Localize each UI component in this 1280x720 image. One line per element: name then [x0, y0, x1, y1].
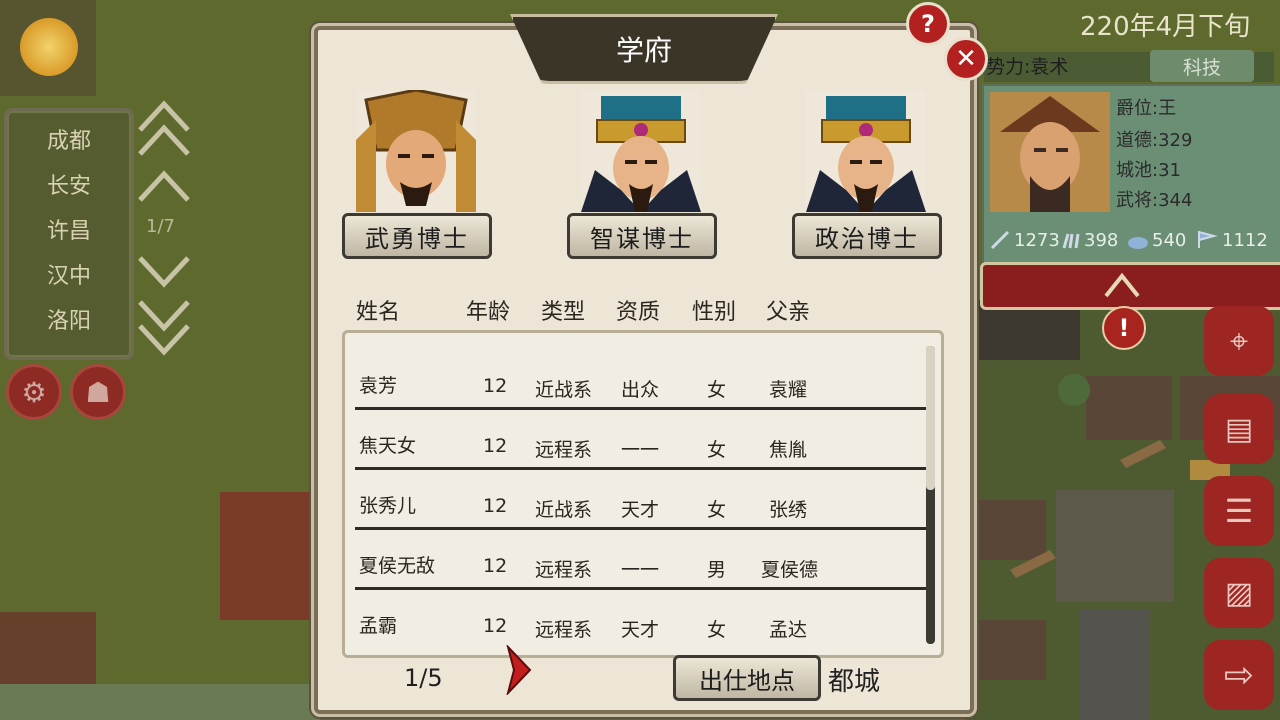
- general-helmet-icon[interactable]: ☗: [70, 364, 126, 420]
- student-father: 袁耀: [769, 379, 808, 401]
- alert-icon[interactable]: !: [1102, 306, 1146, 350]
- student-aptitude: 天才: [621, 619, 660, 641]
- flag-icon: [1198, 230, 1218, 248]
- city-item[interactable]: 洛阳: [7, 303, 131, 335]
- resource-troops: 1112: [1222, 230, 1268, 251]
- student-age: 12: [483, 615, 508, 637]
- grain-icon: [1062, 233, 1080, 249]
- gold-icon: [1128, 237, 1148, 249]
- student-age: 12: [483, 555, 508, 577]
- lord-generals: 武将:344: [1116, 190, 1193, 211]
- student-type: 近战系: [535, 379, 593, 401]
- next-page-arrow-icon[interactable]: [506, 645, 532, 695]
- student-name: 夏侯无敌: [359, 555, 436, 577]
- student-gender: 女: [707, 499, 727, 521]
- weather-sun-icon: [20, 18, 78, 76]
- scroll-up-icon[interactable]: [136, 168, 192, 204]
- game-date: 220年4月下旬: [1080, 12, 1251, 42]
- city-item[interactable]: 成都: [7, 123, 131, 155]
- city-item[interactable]: 长安: [7, 168, 131, 200]
- student-type: 近战系: [535, 499, 593, 521]
- student-aptitude: 一一: [621, 559, 660, 581]
- scroll-bottom-icon[interactable]: [136, 296, 192, 356]
- student-name: 张秀儿: [359, 495, 417, 517]
- student-aptitude: 一一: [621, 439, 660, 461]
- student-father: 张绣: [769, 499, 808, 521]
- table-row[interactable]: 孟霸 12 远程系 天才 女 孟达: [355, 587, 927, 647]
- city-item[interactable]: 汉中: [7, 258, 131, 290]
- student-age: 12: [483, 495, 508, 517]
- city-item[interactable]: 许昌: [7, 213, 131, 245]
- lord-portrait: [990, 92, 1110, 212]
- lord-cities: 城池:31: [1116, 160, 1181, 181]
- resource-food: 398: [1084, 230, 1119, 251]
- strategy-doctor-portrait[interactable]: [581, 90, 701, 212]
- student-age: 12: [483, 435, 508, 457]
- martial-doctor-portrait[interactable]: [356, 90, 476, 212]
- student-aptitude: 出众: [621, 379, 660, 401]
- column-header-age: 年龄: [466, 300, 511, 325]
- help-icon[interactable]: ?: [906, 2, 950, 46]
- list-menu-icon[interactable]: ☰: [1204, 476, 1274, 546]
- lord-rank: 爵位:王: [1116, 98, 1177, 119]
- close-icon[interactable]: ✕: [944, 37, 988, 81]
- student-name: 袁芳: [359, 375, 398, 397]
- table-row[interactable]: 张秀儿 12 近战系 天才 女 张绣: [355, 467, 927, 530]
- student-father: 孟达: [769, 619, 808, 641]
- column-header-father: 父亲: [766, 300, 811, 325]
- student-gender: 女: [707, 619, 727, 641]
- student-type: 远程系: [535, 439, 593, 461]
- politics-doctor-portrait[interactable]: [806, 90, 926, 212]
- column-header-gender: 性别: [692, 300, 737, 325]
- sword-icon: [990, 230, 1010, 250]
- map-scroll-icon[interactable]: ▨: [1204, 558, 1274, 628]
- map-location-icon[interactable]: ⌖: [1204, 306, 1274, 376]
- student-name: 焦天女: [359, 435, 417, 457]
- student-type: 远程系: [535, 559, 593, 581]
- expand-up-icon[interactable]: [1104, 272, 1140, 298]
- student-father: 夏侯德: [761, 559, 819, 581]
- student-age: 12: [483, 375, 508, 397]
- student-gender: 男: [707, 559, 727, 581]
- student-name: 孟霸: [359, 615, 398, 637]
- table-row[interactable]: 袁芳 12 近战系 出众 女 袁耀: [355, 347, 927, 410]
- city-list-panel: 成都 长安 许昌 汉中 洛阳: [4, 108, 134, 360]
- student-father: 焦胤: [769, 439, 808, 461]
- student-aptitude: 天才: [621, 499, 660, 521]
- table-row[interactable]: 焦天女 12 远程系 一一 女 焦胤: [355, 407, 927, 470]
- strategy-doctor-button[interactable]: 智谋博士: [567, 213, 717, 259]
- politics-doctor-button[interactable]: 政治博士: [792, 213, 942, 259]
- student-gender: 女: [707, 439, 727, 461]
- dialog-title: 学府: [510, 14, 778, 84]
- student-gender: 女: [707, 379, 727, 401]
- page-indicator: 1/5: [404, 664, 443, 692]
- end-turn-arrow-icon[interactable]: ⇨: [1204, 640, 1274, 710]
- scroll-top-icon[interactable]: [136, 100, 192, 160]
- tech-button[interactable]: 科技: [1150, 50, 1254, 82]
- settings-gear-icon[interactable]: ⚙: [6, 364, 62, 420]
- column-header-aptitude: 资质: [616, 300, 661, 325]
- scroll-map-icon[interactable]: ▤: [1204, 394, 1274, 464]
- city-page-indicator: 1/7: [146, 216, 175, 237]
- martial-doctor-button[interactable]: 武勇博士: [342, 213, 492, 259]
- student-type: 远程系: [535, 619, 593, 641]
- column-header-name: 姓名: [356, 300, 401, 325]
- faction-label: 势力:袁术: [986, 56, 1069, 78]
- column-header-type: 类型: [541, 300, 586, 325]
- table-scrollbar-thumb[interactable]: [926, 346, 935, 490]
- scroll-down-icon[interactable]: [136, 254, 192, 290]
- origin-location-button[interactable]: 出仕地点: [673, 655, 821, 701]
- resource-soldiers: 1273: [1014, 230, 1060, 251]
- lord-morality: 道德:329: [1116, 130, 1193, 151]
- resource-gold: 540: [1152, 230, 1187, 251]
- origin-location-value: 都城: [828, 667, 881, 697]
- student-table: 袁芳 12 近战系 出众 女 袁耀 焦天女 12 远程系 一一 女 焦胤 张秀儿…: [342, 330, 944, 658]
- table-row[interactable]: 夏侯无敌 12 远程系 一一 男 夏侯德: [355, 527, 927, 590]
